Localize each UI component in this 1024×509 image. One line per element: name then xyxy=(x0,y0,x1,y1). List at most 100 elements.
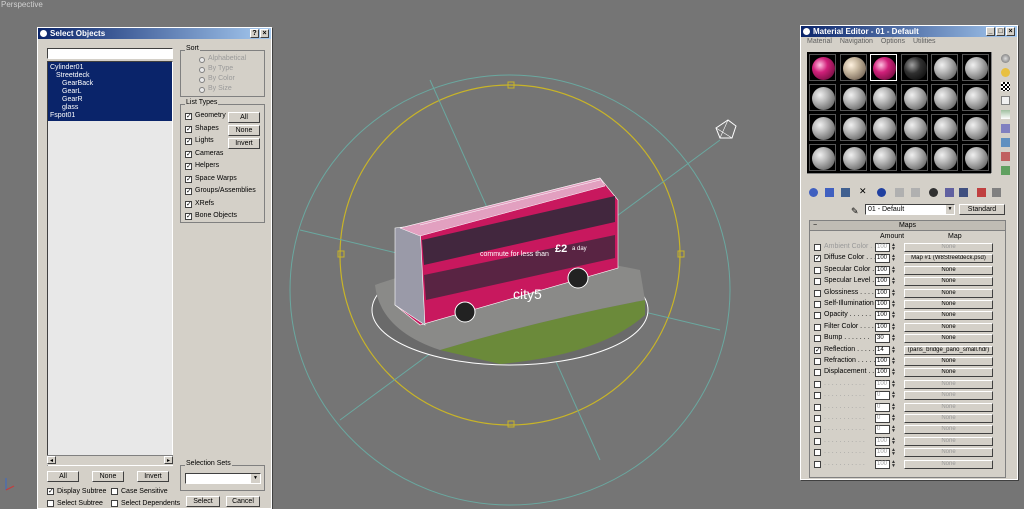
amount-spinner-icon[interactable]: ▲ ▼ xyxy=(891,414,896,423)
map-amount-field[interactable]: 100 xyxy=(875,300,890,309)
menu-material[interactable]: Material xyxy=(807,38,832,45)
map-enable-checkbox[interactable] xyxy=(814,426,821,434)
select-subtree-checkbox[interactable] xyxy=(47,500,54,507)
map-enable-checkbox[interactable]: ✓ xyxy=(814,346,821,354)
list-type-checkbox[interactable]: ✓ xyxy=(185,175,192,183)
map-enable-checkbox[interactable] xyxy=(814,301,821,308)
menu-options[interactable]: Options xyxy=(881,38,905,45)
list-type-checkbox[interactable]: ✓ xyxy=(185,125,192,133)
map-amount-field[interactable]: 100 xyxy=(875,243,890,252)
amount-spinner-icon[interactable]: ▲ ▼ xyxy=(891,391,896,400)
map-amount-field[interactable]: 100 xyxy=(875,288,890,298)
make-preview-icon[interactable] xyxy=(1001,124,1010,133)
material-sample-slot[interactable] xyxy=(809,114,836,141)
map-slot-button[interactable]: None xyxy=(904,357,993,366)
map-enable-checkbox[interactable] xyxy=(814,449,821,457)
amount-spinner-icon[interactable]: ▲ ▼ xyxy=(891,402,896,412)
menu-navigation[interactable]: Navigation xyxy=(840,38,873,45)
material-sample-slot[interactable] xyxy=(931,144,958,171)
list-type-checkbox[interactable]: ✓ xyxy=(185,213,192,220)
map-slot-button[interactable]: None xyxy=(904,448,993,458)
map-enable-checkbox[interactable] xyxy=(814,266,821,274)
map-amount-field[interactable]: 100 xyxy=(875,459,890,469)
map-enable-checkbox[interactable]: ✓ xyxy=(814,255,821,263)
put-to-scene-icon[interactable] xyxy=(825,188,834,197)
map-slot-button[interactable]: None xyxy=(904,391,993,401)
material-sample-slot[interactable] xyxy=(961,54,989,81)
amount-spinner-icon[interactable]: ▲ ▼ xyxy=(891,345,896,355)
list-type-checkbox[interactable]: ✓ xyxy=(185,150,192,158)
material-id-icon[interactable] xyxy=(929,188,938,197)
map-amount-field[interactable]: 0 xyxy=(875,414,890,423)
sort-color-radio[interactable] xyxy=(199,77,205,83)
object-search-input[interactable] xyxy=(47,48,173,59)
chevron-down-icon[interactable]: ▼ xyxy=(946,205,954,214)
amount-spinner-icon[interactable]: ▲ ▼ xyxy=(891,277,896,286)
material-sample-slot[interactable] xyxy=(900,84,928,111)
map-slot-button[interactable]: None xyxy=(904,322,993,332)
select-by-material-icon[interactable] xyxy=(1001,152,1010,161)
map-enable-checkbox[interactable] xyxy=(814,437,821,445)
material-name-field[interactable]: 01 - Default ▼ xyxy=(865,204,955,215)
material-sample-slot[interactable] xyxy=(931,84,958,111)
map-amount-field[interactable]: 0 xyxy=(875,402,890,412)
material-sample-slot[interactable] xyxy=(961,114,989,141)
map-slot-button[interactable]: None xyxy=(904,379,993,389)
map-enable-checkbox[interactable] xyxy=(814,312,821,320)
map-amount-field[interactable]: 100 xyxy=(875,265,890,275)
object-list-item[interactable]: GearR xyxy=(48,96,172,104)
object-list-item[interactable]: GearBack xyxy=(48,80,172,88)
map-enable-checkbox[interactable] xyxy=(814,289,821,297)
map-slot-button[interactable]: None xyxy=(904,243,993,252)
material-sample-slot[interactable] xyxy=(809,144,836,171)
map-enable-checkbox[interactable] xyxy=(814,323,821,331)
map-enable-checkbox[interactable] xyxy=(814,244,821,251)
list-type-checkbox[interactable]: ✓ xyxy=(185,138,192,145)
select-objects-titlebar[interactable]: Select Objects ? × xyxy=(38,28,271,39)
map-slot-button[interactable]: None xyxy=(904,300,993,309)
amount-spinner-icon[interactable]: ▲ ▼ xyxy=(891,254,896,263)
object-list-item[interactable]: GearL xyxy=(48,88,172,96)
map-amount-field[interactable]: 100 xyxy=(875,357,890,366)
material-type-button[interactable]: Standard xyxy=(959,204,1005,215)
amount-spinner-icon[interactable]: ▲ ▼ xyxy=(891,322,896,332)
map-amount-field[interactable]: 14 xyxy=(875,345,890,355)
map-enable-checkbox[interactable] xyxy=(814,392,821,400)
list-none-button[interactable]: None xyxy=(228,125,260,136)
list-type-checkbox[interactable]: ✓ xyxy=(185,188,192,195)
pick-material-icon[interactable]: ✎ xyxy=(851,206,859,217)
video-color-check-icon[interactable] xyxy=(1001,110,1010,119)
show-end-result-icon[interactable] xyxy=(959,188,968,197)
menu-utilities[interactable]: Utilities xyxy=(913,38,936,45)
material-sample-slot[interactable] xyxy=(809,54,836,81)
object-list-item[interactable]: Cylinder01 xyxy=(48,64,172,72)
material-sample-slot[interactable] xyxy=(900,54,928,81)
make-unique-icon[interactable] xyxy=(895,188,904,197)
map-amount-field[interactable]: 100 xyxy=(875,311,890,321)
map-slot-button[interactable]: None xyxy=(904,277,993,287)
material-sample-slot[interactable] xyxy=(931,114,958,141)
go-to-parent-icon[interactable] xyxy=(977,188,986,197)
material-sample-slot[interactable] xyxy=(839,114,867,141)
amount-spinner-icon[interactable]: ▲ ▼ xyxy=(891,448,896,457)
select-all-button[interactable]: All xyxy=(47,471,79,482)
maps-rollout-header[interactable]: − Maps xyxy=(810,221,1005,231)
help-button[interactable]: ? xyxy=(250,29,259,38)
map-slot-button[interactable]: None xyxy=(904,436,993,446)
map-slot-button[interactable]: (paris_bridge_pano_small.hdr) xyxy=(904,345,993,355)
show-map-icon[interactable] xyxy=(945,188,954,197)
map-enable-checkbox[interactable] xyxy=(814,278,821,286)
sort-size-radio[interactable] xyxy=(199,87,205,93)
amount-spinner-icon[interactable]: ▲ ▼ xyxy=(891,459,896,469)
map-slot-button[interactable]: None xyxy=(904,368,993,378)
get-material-icon[interactable] xyxy=(809,188,818,197)
amount-spinner-icon[interactable]: ▲ ▼ xyxy=(891,436,896,446)
material-sample-slot[interactable] xyxy=(961,144,989,171)
amount-spinner-icon[interactable]: ▲ ▼ xyxy=(891,243,896,252)
map-amount-field[interactable]: 30 xyxy=(875,334,890,344)
sort-type-radio[interactable] xyxy=(199,67,205,73)
slots-hscrollbar[interactable] xyxy=(807,173,991,182)
map-slot-button[interactable]: None xyxy=(904,334,993,344)
map-slot-button[interactable]: None xyxy=(904,265,993,275)
amount-spinner-icon[interactable]: ▲ ▼ xyxy=(891,357,896,366)
